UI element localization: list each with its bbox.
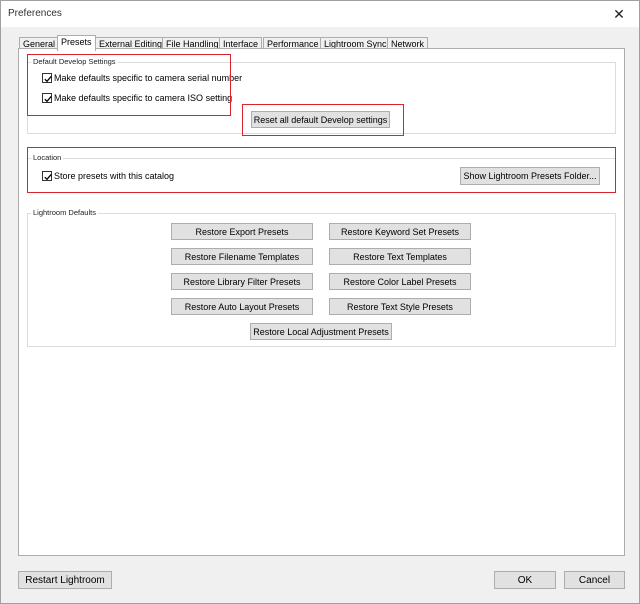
restore-local-adjustment-presets-button[interactable]: Restore Local Adjustment Presets bbox=[250, 323, 392, 340]
restore-library-filter-presets-button[interactable]: Restore Library Filter Presets bbox=[171, 273, 313, 290]
restart-lightroom-button[interactable]: Restart Lightroom bbox=[18, 571, 112, 589]
restore-text-templates-button[interactable]: Restore Text Templates bbox=[329, 248, 471, 265]
close-icon[interactable]: ✕ bbox=[606, 4, 632, 24]
title-bar: Preferences ✕ bbox=[1, 1, 639, 27]
reset-develop-settings-button[interactable]: Reset all default Develop settings bbox=[251, 111, 390, 128]
serial-number-label: Make defaults specific to camera serial … bbox=[54, 73, 243, 83]
window-title: Preferences bbox=[8, 8, 62, 19]
preferences-window: Preferences ✕ General Presets External E… bbox=[0, 0, 640, 604]
iso-setting-label: Make defaults specific to camera ISO set… bbox=[54, 93, 233, 103]
restore-keyword-set-presets-button[interactable]: Restore Keyword Set Presets bbox=[329, 223, 471, 240]
store-presets-row[interactable]: Store presets with this catalog bbox=[42, 170, 174, 182]
serial-number-row[interactable]: Make defaults specific to camera serial … bbox=[42, 72, 242, 84]
show-presets-folder-button[interactable]: Show Lightroom Presets Folder... bbox=[460, 167, 600, 185]
iso-setting-checkbox[interactable] bbox=[42, 93, 52, 103]
restore-filename-templates-button[interactable]: Restore Filename Templates bbox=[171, 248, 313, 265]
store-presets-label: Store presets with this catalog bbox=[54, 171, 175, 181]
cancel-button[interactable]: Cancel bbox=[564, 571, 625, 589]
lightroom-defaults-title: Lightroom Defaults bbox=[31, 208, 98, 217]
restore-text-style-presets-button[interactable]: Restore Text Style Presets bbox=[329, 298, 471, 315]
location-title: Location bbox=[31, 153, 64, 162]
serial-number-checkbox[interactable] bbox=[42, 73, 52, 83]
ok-button[interactable]: OK bbox=[494, 571, 556, 589]
tab-presets[interactable]: Presets bbox=[57, 35, 96, 51]
iso-setting-row[interactable]: Make defaults specific to camera ISO set… bbox=[42, 92, 232, 104]
restore-auto-layout-presets-button[interactable]: Restore Auto Layout Presets bbox=[171, 298, 313, 315]
restore-color-label-presets-button[interactable]: Restore Color Label Presets bbox=[329, 273, 471, 290]
store-presets-checkbox[interactable] bbox=[42, 171, 52, 181]
restore-export-presets-button[interactable]: Restore Export Presets bbox=[171, 223, 313, 240]
default-develop-title: Default Develop Settings bbox=[31, 57, 118, 66]
